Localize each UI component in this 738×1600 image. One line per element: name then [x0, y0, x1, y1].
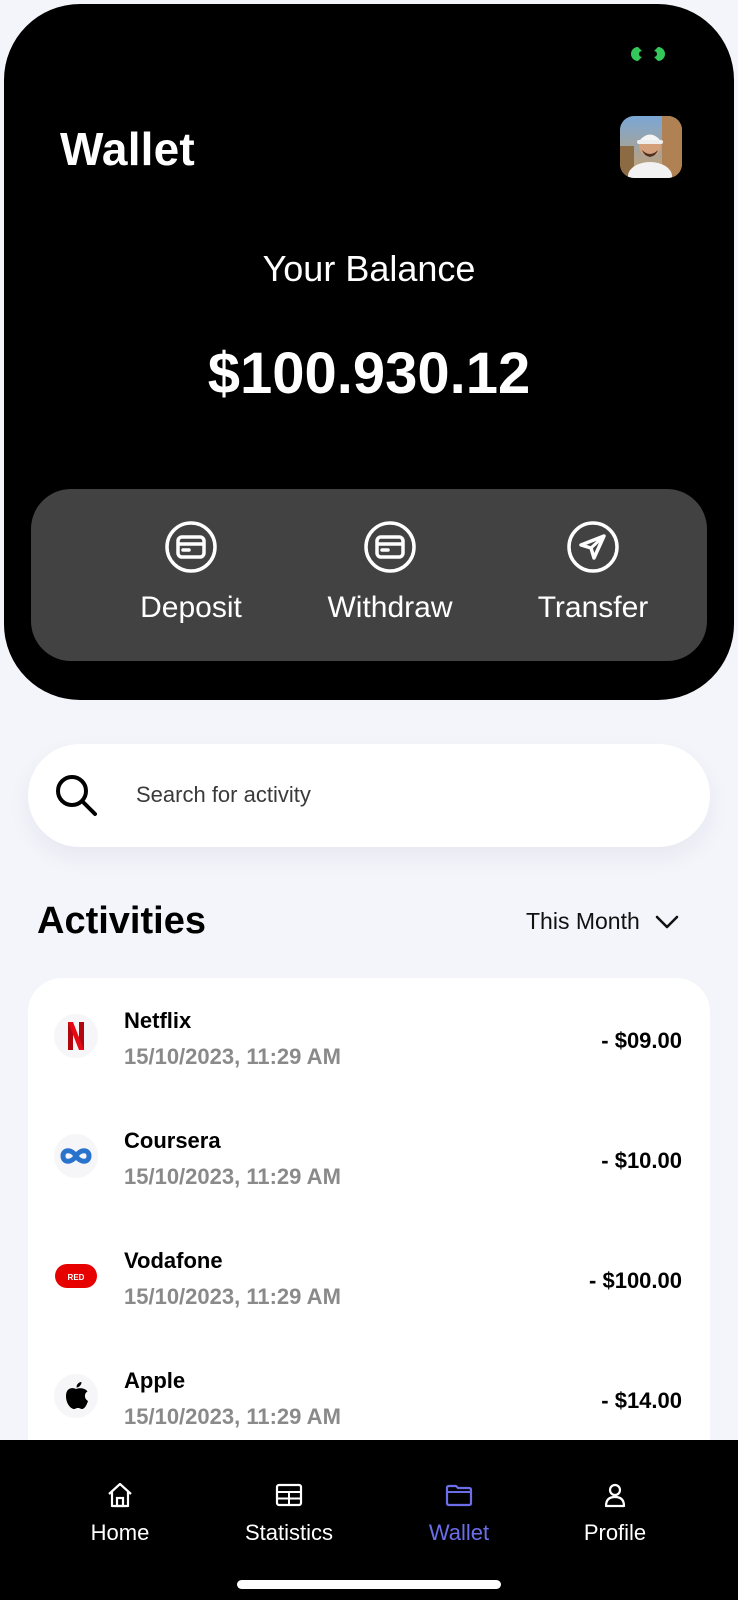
- activity-list: Netflix 15/10/2023, 11:29 AM - $09.00 Co…: [28, 978, 710, 1448]
- home-icon: [108, 1482, 132, 1508]
- folder-icon: [445, 1484, 473, 1507]
- nav-item-home[interactable]: Home: [45, 1480, 195, 1546]
- netflix-logo-icon: [54, 1014, 98, 1058]
- search-icon: [56, 775, 97, 816]
- nav-item-profile[interactable]: Profile: [540, 1480, 690, 1546]
- card-icon: [364, 521, 416, 573]
- apple-logo-icon: [54, 1374, 98, 1418]
- transfer-button[interactable]: Transfer: [503, 519, 683, 625]
- activity-date: 15/10/2023, 11:29 AM: [124, 1284, 341, 1309]
- nav-label: Home: [90, 1520, 150, 1545]
- page-title: Wallet: [60, 123, 195, 175]
- balance-amount: $100.930.12: [207, 341, 531, 406]
- period-dropdown-label: This Month: [526, 908, 640, 934]
- nav-item-statistics[interactable]: Statistics: [214, 1480, 364, 1546]
- quick-actions-panel: Deposit Withdraw Transfer: [31, 489, 707, 661]
- svg-text:RED: RED: [68, 1273, 85, 1282]
- list-item[interactable]: Netflix 15/10/2023, 11:29 AM - $09.00: [28, 978, 710, 1088]
- coursera-logo-icon: [54, 1134, 98, 1178]
- nav-label: Statistics: [244, 1520, 334, 1545]
- home-indicator[interactable]: [237, 1580, 501, 1589]
- activity-date: 15/10/2023, 11:29 AM: [124, 1404, 341, 1429]
- table-icon: [275, 1483, 303, 1507]
- withdraw-label: Withdraw: [327, 591, 453, 624]
- camera-indicator-icon: [631, 47, 665, 61]
- list-item[interactable]: Coursera 15/10/2023, 11:29 AM - $10.00: [28, 1098, 710, 1208]
- activity-name: Vodafone: [124, 1248, 223, 1273]
- send-icon: [567, 521, 619, 573]
- activity-name: Apple: [124, 1368, 186, 1393]
- bottom-navigation: Home Statistics Wallet Profile: [0, 1440, 738, 1600]
- activity-amount: - $09.00: [601, 1028, 682, 1053]
- balance-label: Your Balance: [262, 248, 476, 289]
- wallet-header-card: Wallet Your Balance $100.930.12 Deposit …: [4, 4, 734, 700]
- card-icon: [165, 521, 217, 573]
- activity-amount: - $10.00: [601, 1148, 682, 1173]
- avatar[interactable]: [620, 116, 682, 178]
- vodafone-logo-icon: RED: [54, 1254, 98, 1298]
- search-input[interactable]: [136, 770, 676, 820]
- activity-name: Netflix: [124, 1008, 192, 1033]
- activity-amount: - $14.00: [601, 1388, 682, 1413]
- nav-label: Wallet: [428, 1520, 490, 1545]
- activity-name: Coursera: [124, 1128, 221, 1153]
- activities-title: Activities: [37, 900, 206, 942]
- deposit-button[interactable]: Deposit: [101, 519, 281, 625]
- user-icon: [604, 1483, 626, 1508]
- nav-label: Profile: [583, 1520, 647, 1545]
- deposit-label: Deposit: [140, 591, 242, 624]
- activity-amount: - $100.00: [589, 1268, 682, 1293]
- nav-item-wallet[interactable]: Wallet: [384, 1480, 534, 1546]
- withdraw-button[interactable]: Withdraw: [300, 519, 480, 625]
- activity-date: 15/10/2023, 11:29 AM: [124, 1044, 341, 1069]
- list-item[interactable]: Apple 15/10/2023, 11:29 AM - $14.00: [28, 1338, 710, 1448]
- activity-date: 15/10/2023, 11:29 AM: [124, 1164, 341, 1189]
- list-item[interactable]: RED Vodafone 15/10/2023, 11:29 AM - $100…: [28, 1218, 710, 1328]
- search-bar[interactable]: [28, 744, 710, 847]
- period-dropdown[interactable]: This Month: [526, 908, 680, 935]
- chevron-down-icon: [655, 915, 679, 928]
- transfer-label: Transfer: [537, 591, 649, 624]
